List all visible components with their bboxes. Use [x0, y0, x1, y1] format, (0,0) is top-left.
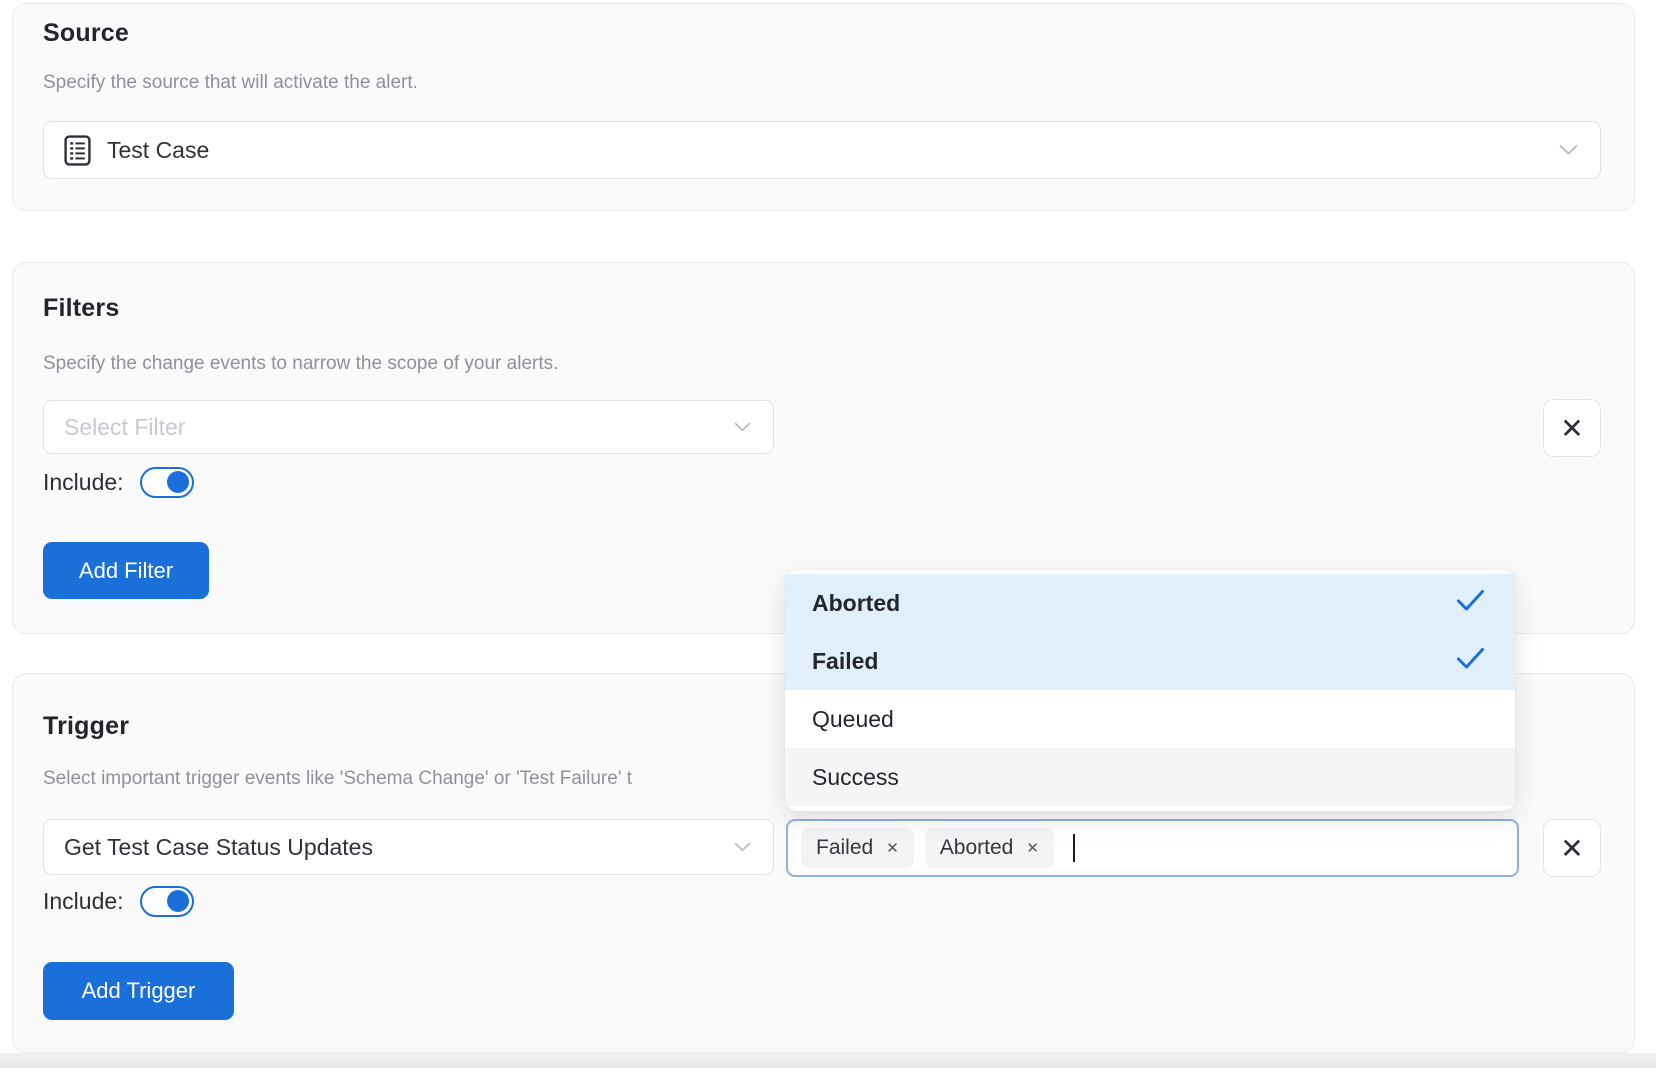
source-description: Specify the source that will activate th…: [43, 72, 418, 94]
status-dropdown-menu: Aborted Failed Queued Success: [785, 570, 1515, 811]
chevron-down-icon: [1559, 145, 1578, 156]
chip-label: Aborted: [940, 836, 1014, 860]
menu-option-failed[interactable]: Failed: [785, 632, 1515, 690]
filter-select[interactable]: Select Filter: [43, 400, 774, 454]
check-icon: [1456, 589, 1485, 618]
menu-option-aborted[interactable]: Aborted: [785, 574, 1515, 632]
chip-aborted: Aborted ✕: [925, 828, 1054, 868]
chip-failed: Failed ✕: [801, 828, 914, 868]
filters-include-label: Include:: [43, 469, 124, 496]
chip-remove-icon[interactable]: ✕: [886, 839, 899, 857]
menu-option-queued[interactable]: Queued: [785, 690, 1515, 748]
source-section: Source Specify the source that will acti…: [12, 3, 1635, 211]
check-icon: [1456, 647, 1485, 676]
trigger-event-select-value: Get Test Case Status Updates: [64, 834, 373, 861]
page-bottom-fade: [0, 1053, 1656, 1068]
chip-remove-icon[interactable]: ✕: [1026, 839, 1039, 857]
chip-label: Failed: [816, 836, 873, 860]
add-filter-button[interactable]: Add Filter: [43, 542, 209, 599]
toggle-knob: [167, 890, 189, 912]
menu-option-success[interactable]: Success: [785, 748, 1515, 806]
text-cursor: [1073, 834, 1075, 862]
add-trigger-button[interactable]: Add Trigger: [43, 962, 234, 1020]
filters-title: Filters: [43, 294, 119, 323]
source-select-value: Test Case: [107, 137, 209, 164]
remove-trigger-button[interactable]: ✕: [1543, 819, 1601, 877]
source-title: Source: [43, 19, 129, 48]
filters-include-toggle[interactable]: [140, 467, 194, 498]
chevron-down-icon: [734, 842, 751, 852]
remove-filter-button[interactable]: ✕: [1543, 399, 1601, 457]
status-multiselect-input[interactable]: Failed ✕ Aborted ✕: [786, 819, 1519, 877]
chevron-down-icon: [734, 422, 751, 432]
trigger-include-toggle[interactable]: [140, 886, 194, 917]
trigger-title: Trigger: [43, 712, 129, 741]
filters-description: Specify the change events to narrow the …: [43, 353, 558, 375]
trigger-event-select[interactable]: Get Test Case Status Updates: [43, 819, 774, 875]
filter-select-placeholder: Select Filter: [64, 414, 185, 441]
test-case-document-icon: [64, 135, 91, 166]
trigger-include-label: Include:: [43, 888, 124, 915]
toggle-knob: [167, 471, 189, 493]
source-select[interactable]: Test Case: [43, 121, 1601, 179]
